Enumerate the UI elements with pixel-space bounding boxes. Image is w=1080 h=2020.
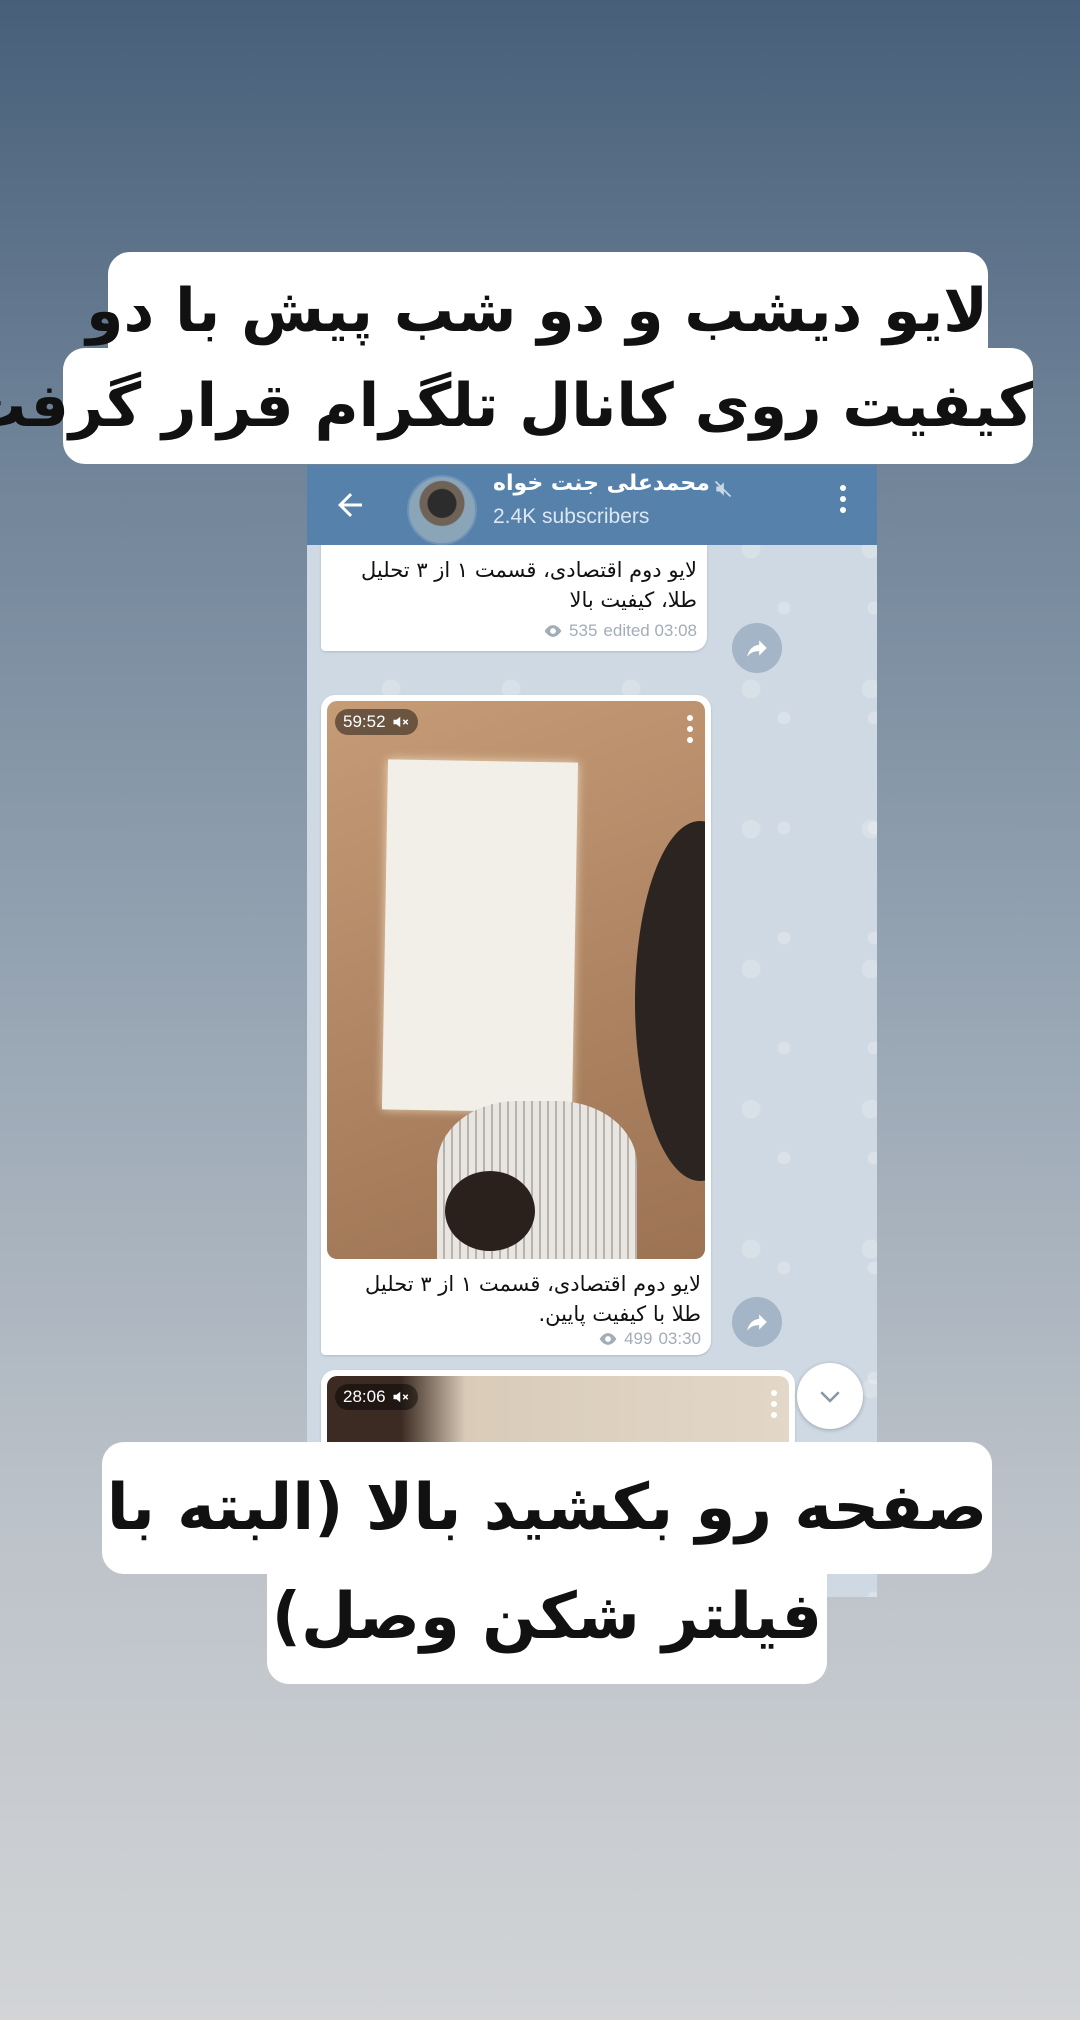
eye-icon bbox=[544, 625, 562, 637]
message-caption-line1: لایو دوم اقتصادی، قسمت ۱ از ۳ تحلیل bbox=[365, 1272, 701, 1296]
bottom-caption-line2: فیلتر شکن وصل) bbox=[267, 1550, 827, 1684]
more-vertical-icon[interactable] bbox=[769, 1390, 779, 1423]
view-count: 535 bbox=[569, 621, 598, 640]
message-caption-line2: طلا با کیفیت پایین. bbox=[538, 1302, 701, 1326]
message-time: edited 03:08 bbox=[603, 621, 697, 640]
scroll-down-button[interactable] bbox=[797, 1363, 863, 1429]
message-caption-line2: طلا، کیفیت بالا bbox=[569, 588, 697, 612]
back-arrow-icon[interactable] bbox=[332, 487, 368, 523]
chevron-down-icon bbox=[820, 1391, 840, 1403]
channel-avatar[interactable] bbox=[407, 475, 477, 545]
share-button[interactable] bbox=[732, 1297, 782, 1347]
telegram-channel-screen: محمدعلی جنت خواه 2.4K subscribers لایو د… bbox=[307, 465, 877, 1597]
video-duration-badge: 59:52 bbox=[335, 709, 418, 735]
top-caption-line2: کیفیت روی کانال تلگرام قرار گرفت bbox=[0, 348, 1033, 464]
video-duration: 28:06 bbox=[343, 1387, 386, 1406]
share-button[interactable] bbox=[732, 623, 782, 673]
more-vertical-icon[interactable] bbox=[685, 715, 695, 748]
video-frame-head bbox=[445, 1171, 535, 1251]
channel-name[interactable]: محمدعلی جنت خواه bbox=[493, 471, 743, 496]
view-count: 499 bbox=[624, 1329, 653, 1348]
video-duration: 59:52 bbox=[343, 712, 386, 731]
video-frame-projector-screen bbox=[381, 759, 579, 1113]
eye-icon bbox=[599, 1333, 617, 1345]
share-icon bbox=[747, 640, 767, 657]
more-vertical-icon[interactable] bbox=[837, 485, 849, 525]
message-time: 03:30 bbox=[658, 1329, 701, 1348]
subscriber-count: 2.4K subscribers bbox=[493, 505, 650, 528]
channel-header: محمدعلی جنت خواه 2.4K subscribers bbox=[307, 465, 877, 545]
mute-icon bbox=[713, 479, 733, 499]
volume-muted-icon[interactable] bbox=[392, 1389, 410, 1405]
volume-muted-icon[interactable] bbox=[392, 714, 410, 730]
message-meta: 499 03:30 bbox=[598, 1329, 701, 1349]
video-frame-dark-area bbox=[635, 821, 705, 1181]
video-duration-badge: 28:06 bbox=[335, 1384, 418, 1410]
message-caption-line1: لایو دوم اقتصادی، قسمت ۱ از ۳ تحلیل bbox=[361, 558, 697, 582]
message-meta: 535 edited 03:08 bbox=[543, 621, 697, 641]
video-player[interactable]: 59:52 bbox=[327, 701, 705, 1259]
share-icon bbox=[747, 1314, 767, 1331]
message-bubble[interactable]: 59:52 لایو دوم اقتصادی، قسمت ۱ از ۳ تحلی… bbox=[321, 695, 711, 1355]
